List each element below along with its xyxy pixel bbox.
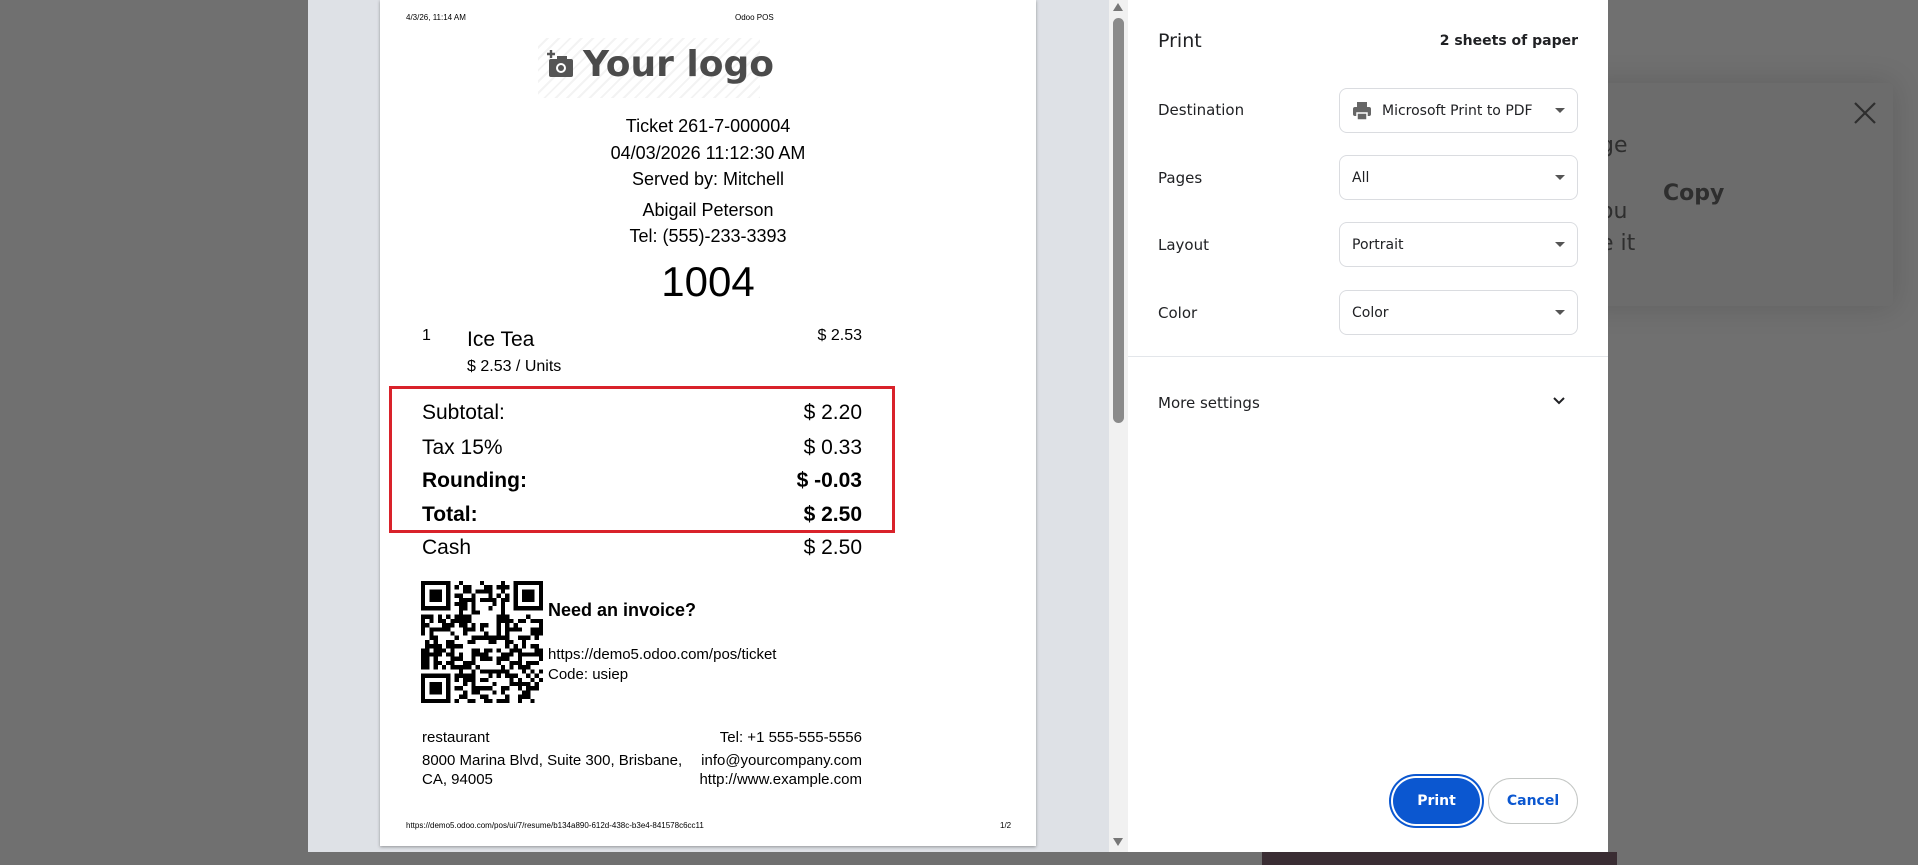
chevron-down-icon — [1555, 310, 1565, 315]
line-price: $ 2.53 — [817, 327, 862, 344]
served-by: Served by: Mitchell — [631, 169, 785, 189]
subtotal-value: $ 2.20 — [803, 401, 862, 424]
logo: Your logo — [538, 38, 774, 98]
sheets-count: 2 sheets of paper — [1439, 33, 1578, 49]
color-value: Color — [1352, 304, 1389, 321]
header-datetime: 4/3/26, 11:14 AM — [406, 13, 466, 22]
company-address: CA, 94005 — [422, 771, 493, 788]
payment-amount: $ 2.50 — [803, 536, 862, 559]
print-title: Print — [1158, 30, 1202, 52]
customer-tel: Tel: (555)-233-3393 — [629, 226, 787, 246]
background-dialog: ge Copy ou e it — [1578, 83, 1893, 306]
company-email: info@yourcompany.com — [701, 752, 862, 769]
pages-label: Pages — [1158, 169, 1203, 187]
scrollbar-thumb[interactable] — [1113, 18, 1124, 423]
cancel-button[interactable]: Cancel — [1488, 778, 1578, 824]
color-select[interactable]: Color — [1339, 290, 1578, 335]
header-title: Odoo POS — [735, 13, 774, 22]
line-qty: 1 — [422, 327, 431, 344]
scroll-down-icon[interactable] — [1113, 838, 1123, 846]
line-name: Ice Tea — [467, 328, 535, 351]
copy-button[interactable]: Copy — [1663, 181, 1724, 206]
ticket-number: Ticket 261-7-000004 — [625, 116, 791, 136]
scroll-up-icon[interactable] — [1113, 3, 1123, 11]
chevron-down-icon — [1555, 108, 1565, 113]
tax-label: Tax 15% — [422, 436, 503, 459]
pages-value: All — [1352, 169, 1370, 186]
qr-modules — [421, 581, 543, 703]
page-indicator: 1/2 — [1000, 821, 1012, 830]
company-name: restaurant — [422, 729, 490, 746]
preview-scrollbar[interactable] — [1109, 0, 1128, 852]
receipt-page: 4/3/26, 11:14 AM Odoo POS Your logo Tick… — [380, 0, 1036, 846]
layout-value: Portrait — [1352, 236, 1404, 253]
rounding-value: $ -0.03 — [796, 469, 862, 492]
invoice-url: https://demo5.odoo.com/pos/ticket — [548, 646, 777, 663]
print-settings-panel: Print 2 sheets of paper Destination Micr… — [1128, 0, 1608, 852]
payment-method: Cash — [422, 536, 472, 559]
chevron-down-icon — [1553, 397, 1565, 405]
divider — [1128, 356, 1608, 357]
line-unit-price: $ 2.53 / Units — [467, 358, 562, 375]
subtotal-label: Subtotal: — [422, 401, 505, 424]
footer-url: https://demo5.odoo.com/pos/ui/7/resume/b… — [406, 821, 704, 830]
order-number: 1004 — [661, 258, 755, 305]
company-website: http://www.example.com — [699, 771, 862, 788]
total-value: $ 2.50 — [803, 503, 862, 526]
total-label: Total: — [422, 503, 478, 526]
order-datetime: 04/03/2026 11:12:30 AM — [610, 143, 806, 163]
destination-value: Microsoft Print to PDF — [1382, 102, 1533, 119]
layout-label: Layout — [1158, 236, 1209, 254]
qr-code — [421, 581, 543, 703]
tax-value: $ 0.33 — [803, 436, 862, 459]
more-settings-toggle[interactable]: More settings — [1128, 380, 1608, 426]
chevron-down-icon — [1555, 242, 1565, 247]
layout-select[interactable]: Portrait — [1339, 222, 1578, 267]
print-button[interactable]: Print — [1393, 778, 1480, 824]
chevron-down-icon — [1555, 175, 1565, 180]
invoice-title: Need an invoice? — [548, 600, 697, 620]
background-bar — [1262, 852, 1617, 865]
pages-select[interactable]: All — [1339, 155, 1578, 200]
close-icon[interactable] — [1853, 101, 1877, 125]
printer-icon — [1353, 101, 1371, 121]
add-photo-icon — [547, 50, 573, 77]
company-address: 8000 Marina Blvd, Suite 300, Brisbane, — [422, 752, 683, 769]
destination-label: Destination — [1158, 101, 1245, 119]
color-label: Color — [1158, 304, 1198, 322]
rounding-label: Rounding: — [422, 469, 527, 492]
more-settings-label: More settings — [1158, 394, 1260, 412]
customer-name: Abigail Peterson — [642, 200, 774, 220]
destination-select[interactable]: Microsoft Print to PDF — [1339, 88, 1578, 133]
company-tel: Tel: +1 555-555-5556 — [719, 729, 862, 746]
logo-text: Your logo — [583, 44, 774, 85]
invoice-code: Code: usiep — [548, 666, 629, 683]
